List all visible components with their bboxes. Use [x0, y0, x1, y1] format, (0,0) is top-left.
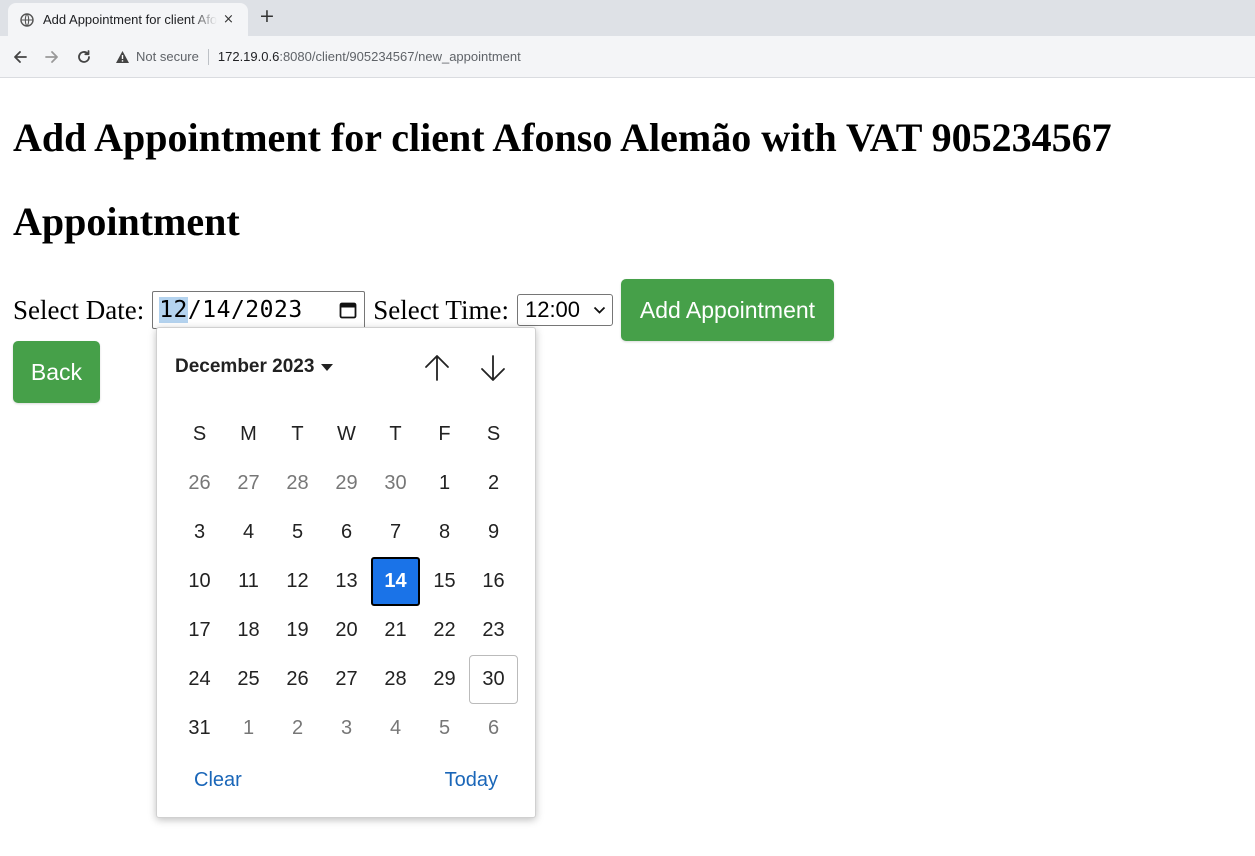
- calendar-day[interactable]: 26: [273, 655, 322, 704]
- today-button[interactable]: Today: [445, 769, 498, 792]
- calendar-day[interactable]: 31: [175, 704, 224, 753]
- weekday-label: F: [438, 423, 451, 445]
- page-title: Add Appointment for client Afonso Alemão…: [13, 115, 1112, 160]
- time-value: 12:00: [524, 297, 581, 322]
- calendar-grid: S M T W T F S 26 27 28 29 30 1 2 3 4 5 6 7 8 9 10 11 12 1…: [175, 410, 518, 753]
- calendar-week-row: 31 1 2 3 4 5 6: [175, 704, 518, 753]
- calendar-day[interactable]: 1: [224, 704, 273, 753]
- calendar-day[interactable]: 30: [371, 459, 420, 508]
- weekday-label: W: [337, 423, 356, 445]
- forward-arrow-icon[interactable]: [36, 41, 68, 73]
- back-button[interactable]: Back: [13, 341, 100, 403]
- calendar-day[interactable]: 6: [469, 704, 518, 753]
- time-select[interactable]: 12:00: [516, 294, 613, 326]
- arrow-up-icon[interactable]: [420, 350, 454, 386]
- date-picker-popup: December 2023 S M T W T F S 26 27 28 29 30 1 2…: [156, 327, 536, 818]
- calendar-day[interactable]: 8: [420, 508, 469, 557]
- calendar-week-row: 10 11 12 13 14 15 16: [175, 557, 518, 606]
- reload-icon[interactable]: [68, 41, 100, 73]
- calendar-day[interactable]: 4: [371, 704, 420, 753]
- time-label: Select Time:: [373, 294, 509, 325]
- calendar-day[interactable]: 22: [420, 606, 469, 655]
- calendar-day[interactable]: 2: [273, 704, 322, 753]
- calendar-day[interactable]: 18: [224, 606, 273, 655]
- browser-tab[interactable]: Add Appointment for client Afonso Alemão…: [8, 3, 248, 36]
- calendar-day[interactable]: 15: [420, 557, 469, 606]
- tab-title: Add Appointment for client Afonso Alemão: [43, 12, 217, 27]
- calendar-week-row: 17 18 19 20 21 22 23: [175, 606, 518, 655]
- calendar-day[interactable]: 1: [420, 459, 469, 508]
- calendar-day-selected[interactable]: 14: [371, 557, 420, 606]
- calendar-day[interactable]: 20: [322, 606, 371, 655]
- calendar-day[interactable]: 9: [469, 508, 518, 557]
- calendar-day[interactable]: 27: [322, 655, 371, 704]
- caret-down-icon: [321, 363, 334, 371]
- browser-toolbar: Not secure 172.19.0.6:8080/client/905234…: [0, 36, 1255, 78]
- calendar-day[interactable]: 26: [175, 459, 224, 508]
- calendar-day[interactable]: 16: [469, 557, 518, 606]
- calendar-week-row: 3456789: [175, 508, 518, 557]
- calendar-day[interactable]: 19: [273, 606, 322, 655]
- calendar-week-row: 24 25 26 27 28 29 30: [175, 655, 518, 704]
- new-tab-button[interactable]: +: [259, 5, 275, 27]
- weekday-label: M: [240, 423, 257, 445]
- calendar-day[interactable]: 11: [224, 557, 273, 606]
- calendar-day[interactable]: 5: [273, 508, 322, 557]
- add-appointment-button[interactable]: Add Appointment: [620, 279, 834, 341]
- calendar-day[interactable]: 2: [469, 459, 518, 508]
- date-label: Select Date:: [13, 294, 145, 325]
- back-arrow-icon[interactable]: [4, 41, 36, 73]
- calendar-day[interactable]: 23: [469, 606, 518, 655]
- calendar-day[interactable]: 7: [371, 508, 420, 557]
- calendar-day[interactable]: 29: [322, 459, 371, 508]
- arrow-down-icon[interactable]: [476, 350, 510, 386]
- calendar-day[interactable]: 13: [322, 557, 371, 606]
- tab-strip: Add Appointment for client Afonso Alemão…: [0, 0, 1255, 36]
- calendar-day[interactable]: 12: [273, 557, 322, 606]
- url-separator: [207, 48, 209, 65]
- security-status[interactable]: Not secure: [136, 49, 199, 64]
- tab-close-icon[interactable]: ×: [223, 12, 234, 27]
- calendar-day[interactable]: 3: [322, 704, 371, 753]
- calendar-day[interactable]: 4: [224, 508, 273, 557]
- date-month-segment[interactable]: 12: [159, 297, 188, 323]
- url-host: 172.19.0.6: [217, 49, 280, 64]
- month-year-selector[interactable]: December 2023: [175, 356, 334, 378]
- address-bar[interactable]: Not secure 172.19.0.6:8080/client/905234…: [106, 42, 521, 72]
- warning-icon[interactable]: [114, 49, 130, 65]
- weekday-label: T: [291, 423, 304, 445]
- calendar-day[interactable]: 28: [371, 655, 420, 704]
- url-path: :8080/client/905234567/new_appointment: [279, 49, 521, 64]
- month-label: December 2023: [175, 356, 315, 377]
- date-input[interactable]: 12/14/2023: [152, 291, 366, 329]
- weekday-label: S: [192, 423, 207, 445]
- weekday-label: S: [486, 423, 501, 445]
- calendar-day[interactable]: 28: [273, 459, 322, 508]
- chevron-down-icon: [593, 306, 606, 315]
- date-rest-segment[interactable]: /14/2023: [188, 297, 303, 323]
- section-title: Appointment: [13, 199, 240, 244]
- calendar-day[interactable]: 24: [175, 655, 224, 704]
- calendar-day[interactable]: 21: [371, 606, 420, 655]
- calendar-day[interactable]: 29: [420, 655, 469, 704]
- weekday-header-row: S M T W T F S: [175, 410, 518, 459]
- url-text[interactable]: 172.19.0.6:8080/client/905234567/new_app…: [218, 49, 521, 64]
- calendar-day-today[interactable]: 30: [469, 655, 518, 704]
- calendar-day[interactable]: 27: [224, 459, 273, 508]
- clear-button[interactable]: Clear: [194, 769, 242, 792]
- date-value[interactable]: 12/14/2023: [159, 297, 302, 323]
- calendar-icon[interactable]: [338, 300, 358, 320]
- calendar-day[interactable]: 25: [224, 655, 273, 704]
- calendar-week-row: 26 27 28 29 30 1 2: [175, 459, 518, 508]
- calendar-day[interactable]: 10: [175, 557, 224, 606]
- calendar-day[interactable]: 6: [322, 508, 371, 557]
- calendar-day[interactable]: 5: [420, 704, 469, 753]
- calendar-weeks: 26 27 28 29 30 1 2 3 4 5 6 7 8 9 10 11 12 13 14 15 16 17 18 19 2…: [175, 459, 518, 753]
- weekday-label: T: [389, 423, 402, 445]
- calendar-day[interactable]: 3: [175, 508, 224, 557]
- calendar-day[interactable]: 17: [175, 606, 224, 655]
- page-content: Add Appointment for client Afonso Alemão…: [0, 79, 1255, 856]
- globe-icon: [20, 12, 34, 27]
